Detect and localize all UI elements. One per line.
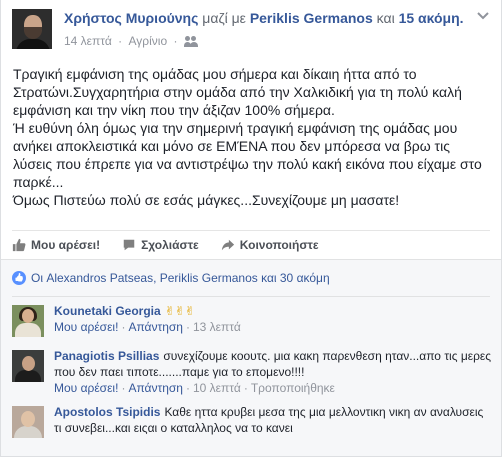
post-body: Τραγική εμφάνιση της ομάδας μου σήμερα κ… [13,65,491,209]
commenter-name[interactable]: Panagiotis Psillias [54,349,159,363]
and-text: και [376,10,395,26]
author-avatar[interactable] [12,9,52,49]
comment-body: Apostolos Tsipidis Καθε ηττα κρυβει μεσα … [54,404,493,436]
share-icon [221,239,234,251]
comment-meta: Μου αρέσει! · Απάντηση · 10 λεπτά · Τροποποιήθ… [54,381,335,395]
comment-reply-link[interactable]: Απάντηση [128,320,183,334]
comment-body: Panagiotis Psillias συνεχίζουμε κοουτς. μ… [54,348,493,396]
post-location[interactable]: Αγρίνιο [129,34,168,48]
post-actions: Μου αρέσει! Σχολιάστε Κοινοποιήστε [12,230,490,254]
author-name[interactable]: Χρήστος Μυριούνης [64,10,198,26]
commenter-name[interactable]: Kounetaki Georgia [54,304,161,318]
comment-text: ✌✌✌ [164,304,195,318]
likes-summary-text[interactable]: Οι Alexandros Patseas, Periklis Germanos… [31,271,330,285]
friends-icon[interactable] [183,36,198,47]
comment-like-link[interactable]: Μου αρέσει! [54,381,118,395]
comment-time[interactable]: 10 λεπτά [193,381,241,395]
post-body-line: Όμως Πιστεύω πολύ σε εσάς μάγκες...Συνεχ… [13,192,400,208]
commenter-avatar[interactable] [12,350,44,382]
post-meta: 14 λεπτά · Αγρίνιο · [64,34,198,48]
comment-meta: Μου αρέσει! · Απάντηση · 13 λεπτά [54,320,241,334]
comment-reply-link[interactable]: Απάντηση [128,381,183,395]
post-header-text: Χρήστος Μυριούνης μαζί με Periklis Germa… [64,10,464,27]
comment-icon [123,239,135,251]
comment: Apostolos Tsipidis Καθε ηττα κρυβει μεσα … [12,404,493,444]
likes-summary[interactable]: Οι Alexandros Patseas, Periklis Germanos… [12,267,490,289]
commenter-avatar[interactable] [12,305,44,337]
share-button[interactable]: Κοινοποιήστε [221,236,319,254]
commenter-name[interactable]: Apostolos Tsipidis [54,405,160,419]
post-time[interactable]: 14 λεπτά [64,34,112,48]
commenter-avatar[interactable] [12,406,44,438]
post-body-line: Ή ευθύνη όλη όμως για την σημερινή τραγι… [13,120,486,190]
chevron-down-icon[interactable] [477,11,491,21]
comment-time[interactable]: 13 λεπτά [193,320,241,334]
thumbs-up-icon [12,238,26,252]
divider [12,296,490,297]
comment-edited[interactable]: Τροποποιήθηκε [251,381,335,395]
comment-like-link[interactable]: Μου αρέσει! [54,320,118,334]
tagged-person[interactable]: Periklis Germanos [250,10,373,26]
comment: Panagiotis Psillias συνεχίζουμε κοουτς. μ… [12,348,493,396]
comment-body: Kounetaki Georgia ✌✌✌ Μου αρέσει! · Απάντησ… [54,303,493,335]
post-body-line: Τραγική εμφάνιση της ομάδας μου σήμερα κ… [13,66,466,118]
post-header: Χρήστος Μυριούνης μαζί με Periklis Germa… [12,9,493,53]
facebook-post: Χρήστος Μυριούνης μαζί με Periklis Germa… [0,0,502,457]
like-button[interactable]: Μου αρέσει! [12,236,100,254]
like-badge-icon [12,271,26,285]
share-label: Κοινοποιήστε [239,238,319,252]
tagged-others[interactable]: 15 ακόμη. [399,10,464,26]
comment-label: Σχολιάστε [141,238,199,252]
with-text: μαζί με [202,10,246,26]
comment: Kounetaki Georgia ✌✌✌ Μου αρέσει! · Απάντησ… [12,303,493,343]
feedback-section: Οι Alexandros Patseas, Periklis Germanos… [1,259,501,456]
comment-button[interactable]: Σχολιάστε [122,236,199,254]
like-label: Μου αρέσει! [31,238,101,252]
